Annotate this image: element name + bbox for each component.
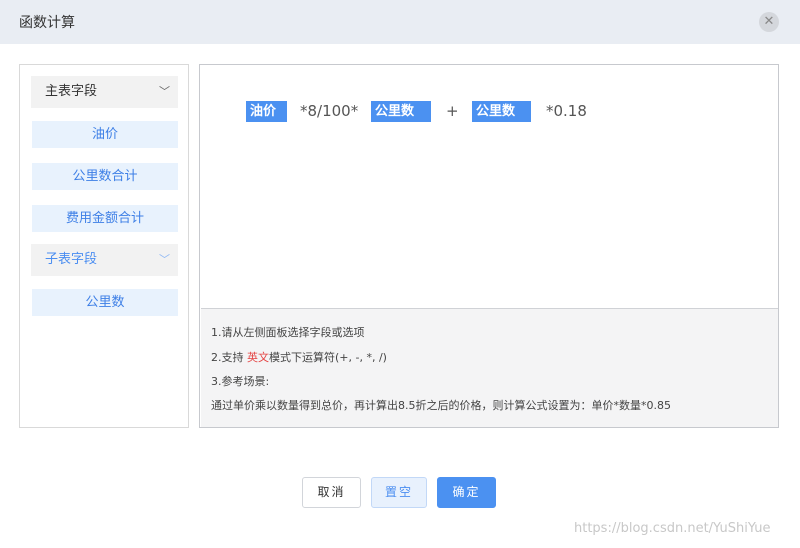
clear-button[interactable]: 置空 — [371, 477, 427, 508]
help-line-2-suffix: 模式下运算符(+, -, *, /) — [269, 351, 387, 364]
formula-field-chip[interactable]: 公里数 — [472, 101, 531, 122]
formula-operator-text: *8/100* — [300, 102, 359, 120]
help-line-2: 2.支持 英文模式下运算符(+, -, *, /) — [211, 349, 387, 365]
dialog-header: 函数计算 ✕ — [0, 0, 800, 44]
dialog-title: 函数计算 — [19, 15, 75, 31]
sub-table-fields-header[interactable]: 子表字段 ﹀ — [31, 244, 178, 276]
help-line-3: 3.参考场景: — [211, 375, 270, 388]
formula-operator-text: + — [446, 102, 459, 120]
watermark: https://blog.csdn.net/YuShiYue — [574, 521, 771, 536]
chevron-down-icon: ﹀ — [159, 85, 170, 98]
close-icon[interactable]: ✕ — [759, 12, 779, 32]
field-panel: 主表字段 ﹀ 油价 公里数合计 费用金额合计 子表字段 ﹀ 公里数 — [19, 64, 189, 428]
formula-operator-text: *0.18 — [546, 102, 587, 120]
formula-field-chip[interactable]: 公里数 — [371, 101, 431, 122]
main-table-fields-header[interactable]: 主表字段 ﹀ — [31, 76, 178, 108]
function-calc-dialog: 函数计算 ✕ 主表字段 ﹀ 油价 公里数合计 费用金额合计 子表字段 ﹀ 公里数… — [0, 0, 800, 548]
chevron-down-icon: ﹀ — [159, 253, 170, 266]
cancel-button[interactable]: 取消 — [302, 477, 361, 508]
sub-table-fields-label: 子表字段 — [45, 252, 98, 267]
formula-editor[interactable]: 油价 *8/100* 公里数 + 公里数 *0.18 1.请从左侧面板选择字段或… — [199, 64, 779, 428]
field-button[interactable]: 油价 — [32, 121, 178, 148]
help-line-2-highlight: 英文 — [247, 351, 269, 364]
field-button[interactable]: 费用金额合计 — [32, 205, 178, 232]
formula-field-chip[interactable]: 油价 — [246, 101, 287, 122]
help-line-4: 通过单价乘以数量得到总价，再计算出8.5折之后的价格，则计算公式设置为：单价*数… — [211, 399, 671, 412]
help-line-2-prefix: 2.支持 — [211, 351, 247, 364]
help-line-1: 1.请从左侧面板选择字段或选项 — [211, 326, 365, 339]
field-button[interactable]: 公里数合计 — [32, 163, 178, 190]
confirm-button[interactable]: 确定 — [437, 477, 496, 508]
main-table-fields-label: 主表字段 — [45, 84, 98, 99]
help-panel: 1.请从左侧面板选择字段或选项 2.支持 英文模式下运算符(+, -, *, /… — [201, 308, 778, 427]
field-button[interactable]: 公里数 — [32, 289, 178, 316]
